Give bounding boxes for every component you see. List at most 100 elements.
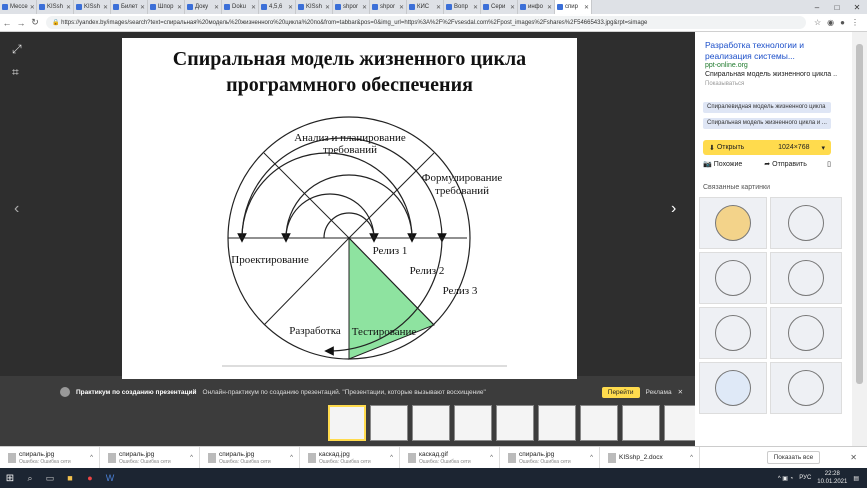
related-thumbnail[interactable] (699, 252, 767, 304)
thumbnail[interactable] (454, 405, 492, 441)
tab[interactable]: Шпор ✕ (148, 0, 185, 14)
tab[interactable]: KISsh ✕ (74, 0, 111, 14)
chevron-up-icon[interactable]: ^ (590, 455, 593, 461)
download-item[interactable]: каскад.jpg Ошибка: Ошибка сети ^ (300, 446, 400, 469)
tab-close-icon[interactable]: ✕ (140, 4, 145, 11)
show-all-button[interactable]: Показать все (766, 451, 821, 464)
file-explorer-icon[interactable]: ■ (60, 468, 80, 488)
reload-icon[interactable]: ↻ (28, 17, 42, 28)
tab-close-icon[interactable]: ✕ (510, 4, 515, 11)
tab-close-icon[interactable]: ✕ (325, 4, 330, 11)
tab[interactable]: Сери ✕ (481, 0, 518, 14)
tab-close-icon[interactable]: ✕ (66, 4, 71, 11)
tab-close-icon[interactable]: ✕ (30, 4, 35, 11)
windows-start-icon[interactable]: ⊞ (0, 473, 20, 484)
tab-close-icon[interactable]: ✕ (177, 4, 182, 11)
scrollbar[interactable] (852, 32, 867, 452)
star-icon[interactable]: ☆ (814, 18, 821, 27)
download-item[interactable]: KISshp_2.docx ^ (600, 446, 700, 469)
related-thumbnail[interactable] (770, 197, 842, 249)
chevron-up-icon[interactable]: ^ (490, 455, 493, 461)
thumbnail[interactable] (580, 405, 618, 441)
close-downloads-icon[interactable]: ✕ (850, 453, 857, 462)
chevron-up-icon[interactable]: ^ (290, 455, 293, 461)
thumbnail[interactable] (370, 405, 408, 441)
result-site[interactable]: ppt-online.org (705, 62, 748, 69)
tab[interactable]: Доку ✕ (185, 0, 222, 14)
result-title[interactable]: Разработка технологии и реализация систе… (705, 40, 837, 62)
minimize-icon[interactable]: – (807, 0, 827, 14)
tab[interactable]: shpor ✕ (333, 0, 370, 14)
tab-close-icon[interactable]: ✕ (399, 4, 404, 11)
clock[interactable]: 22:28 10.01.2021 (817, 470, 847, 486)
prev-image-icon[interactable]: ‹ (14, 200, 19, 218)
tab-close-icon[interactable]: ✕ (288, 4, 293, 11)
promo-close-icon[interactable]: ✕ (678, 388, 683, 396)
open-button[interactable]: ⬇ Открыть 1024×768 ▾ (703, 140, 831, 155)
next-image-icon[interactable]: › (671, 200, 676, 218)
chevron-up-icon[interactable]: ^ (190, 455, 193, 461)
maximize-icon[interactable]: □ (827, 0, 847, 14)
menu-icon[interactable]: ⋮ (851, 18, 859, 27)
tab-close-icon[interactable]: ✕ (473, 4, 478, 11)
crop-icon[interactable]: ⌗ (12, 65, 22, 80)
related-thumbnail[interactable] (699, 307, 767, 359)
thumbnail[interactable] (496, 405, 534, 441)
related-thumbnail[interactable] (770, 362, 842, 414)
tab[interactable]: shpor ✕ (370, 0, 407, 14)
tab[interactable]: KISsh ✕ (37, 0, 74, 14)
tab[interactable]: Мессе ✕ (0, 0, 37, 14)
forward-icon[interactable]: → (14, 18, 28, 28)
tab-close-icon[interactable]: ✕ (547, 4, 552, 11)
share-button[interactable]: ➦ Отправить (764, 160, 807, 169)
chevron-up-icon[interactable]: ^ (390, 455, 393, 461)
download-item[interactable]: спираль.jpg Ошибка: Ошибка сети ^ (0, 446, 100, 469)
related-thumbnail[interactable] (770, 252, 842, 304)
word-icon[interactable]: W (100, 468, 120, 488)
back-icon[interactable]: ← (0, 18, 14, 28)
extension-icon[interactable]: ◉ (827, 18, 834, 27)
download-item[interactable]: каскад.gif Ошибка: Ошибка сети ^ (400, 446, 500, 469)
tab[interactable]: Билет ✕ (111, 0, 148, 14)
scrollbar-thumb[interactable] (856, 44, 863, 384)
tab-close-icon[interactable]: ✕ (436, 4, 441, 11)
download-item[interactable]: спираль.jpg Ошибка: Ошибка сети ^ (500, 446, 600, 469)
tray-icons[interactable]: ^ ▣ ◔ (778, 475, 793, 482)
thumbnail[interactable] (412, 405, 450, 441)
profile-icon[interactable]: ● (840, 18, 845, 27)
tab-close-icon[interactable]: ✕ (103, 4, 108, 11)
tab[interactable]: спир ✕ (555, 0, 592, 14)
search-icon[interactable]: ⌕ (20, 468, 40, 488)
promo-go-button[interactable]: Перейти (601, 386, 640, 398)
promo-title[interactable]: Практикум по созданию презентаций (76, 389, 197, 396)
related-thumbnail[interactable] (699, 362, 767, 414)
chevron-down-icon[interactable]: ▾ (821, 144, 825, 152)
tab-close-icon[interactable]: ✕ (362, 4, 367, 11)
tab[interactable]: инфо ✕ (518, 0, 555, 14)
tab-close-icon[interactable]: ✕ (214, 4, 219, 11)
notifications-icon[interactable]: ▤ (853, 475, 859, 482)
tab[interactable]: 4,5,6 ✕ (259, 0, 296, 14)
thumbnail[interactable] (328, 405, 366, 441)
related-thumbnail[interactable] (770, 307, 842, 359)
close-icon[interactable]: ✕ (847, 0, 867, 14)
similar-button[interactable]: 📷 Похожие (703, 160, 742, 169)
tab[interactable]: КИС ✕ (407, 0, 444, 14)
fullscreen-icon[interactable]: ⤢ (12, 42, 22, 57)
chevron-up-icon[interactable]: ^ (90, 455, 93, 461)
bookmark-icon[interactable]: ▯ (827, 160, 831, 168)
thumbnail[interactable] (622, 405, 660, 441)
download-item[interactable]: спираль.jpg Ошибка: Ошибка сети ^ (100, 446, 200, 469)
download-item[interactable]: спираль.jpg Ошибка: Ошибка сети ^ (200, 446, 300, 469)
related-thumbnail[interactable] (699, 197, 767, 249)
tab[interactable]: KISsh ✕ (296, 0, 333, 14)
tab-close-icon[interactable]: ✕ (251, 4, 256, 11)
related-chip[interactable]: Спиралевидная модель жизненного цикла (703, 102, 831, 113)
task-view-icon[interactable]: ▭ (40, 468, 60, 488)
language-indicator[interactable]: РУС (799, 475, 811, 481)
related-chip[interactable]: Спиральная модель жизненного цикла и ... (703, 118, 831, 129)
chrome-icon[interactable]: ● (80, 468, 100, 488)
tab-close-icon[interactable]: ✕ (584, 4, 589, 11)
chevron-up-icon[interactable]: ^ (690, 455, 693, 461)
thumbnail[interactable] (538, 405, 576, 441)
